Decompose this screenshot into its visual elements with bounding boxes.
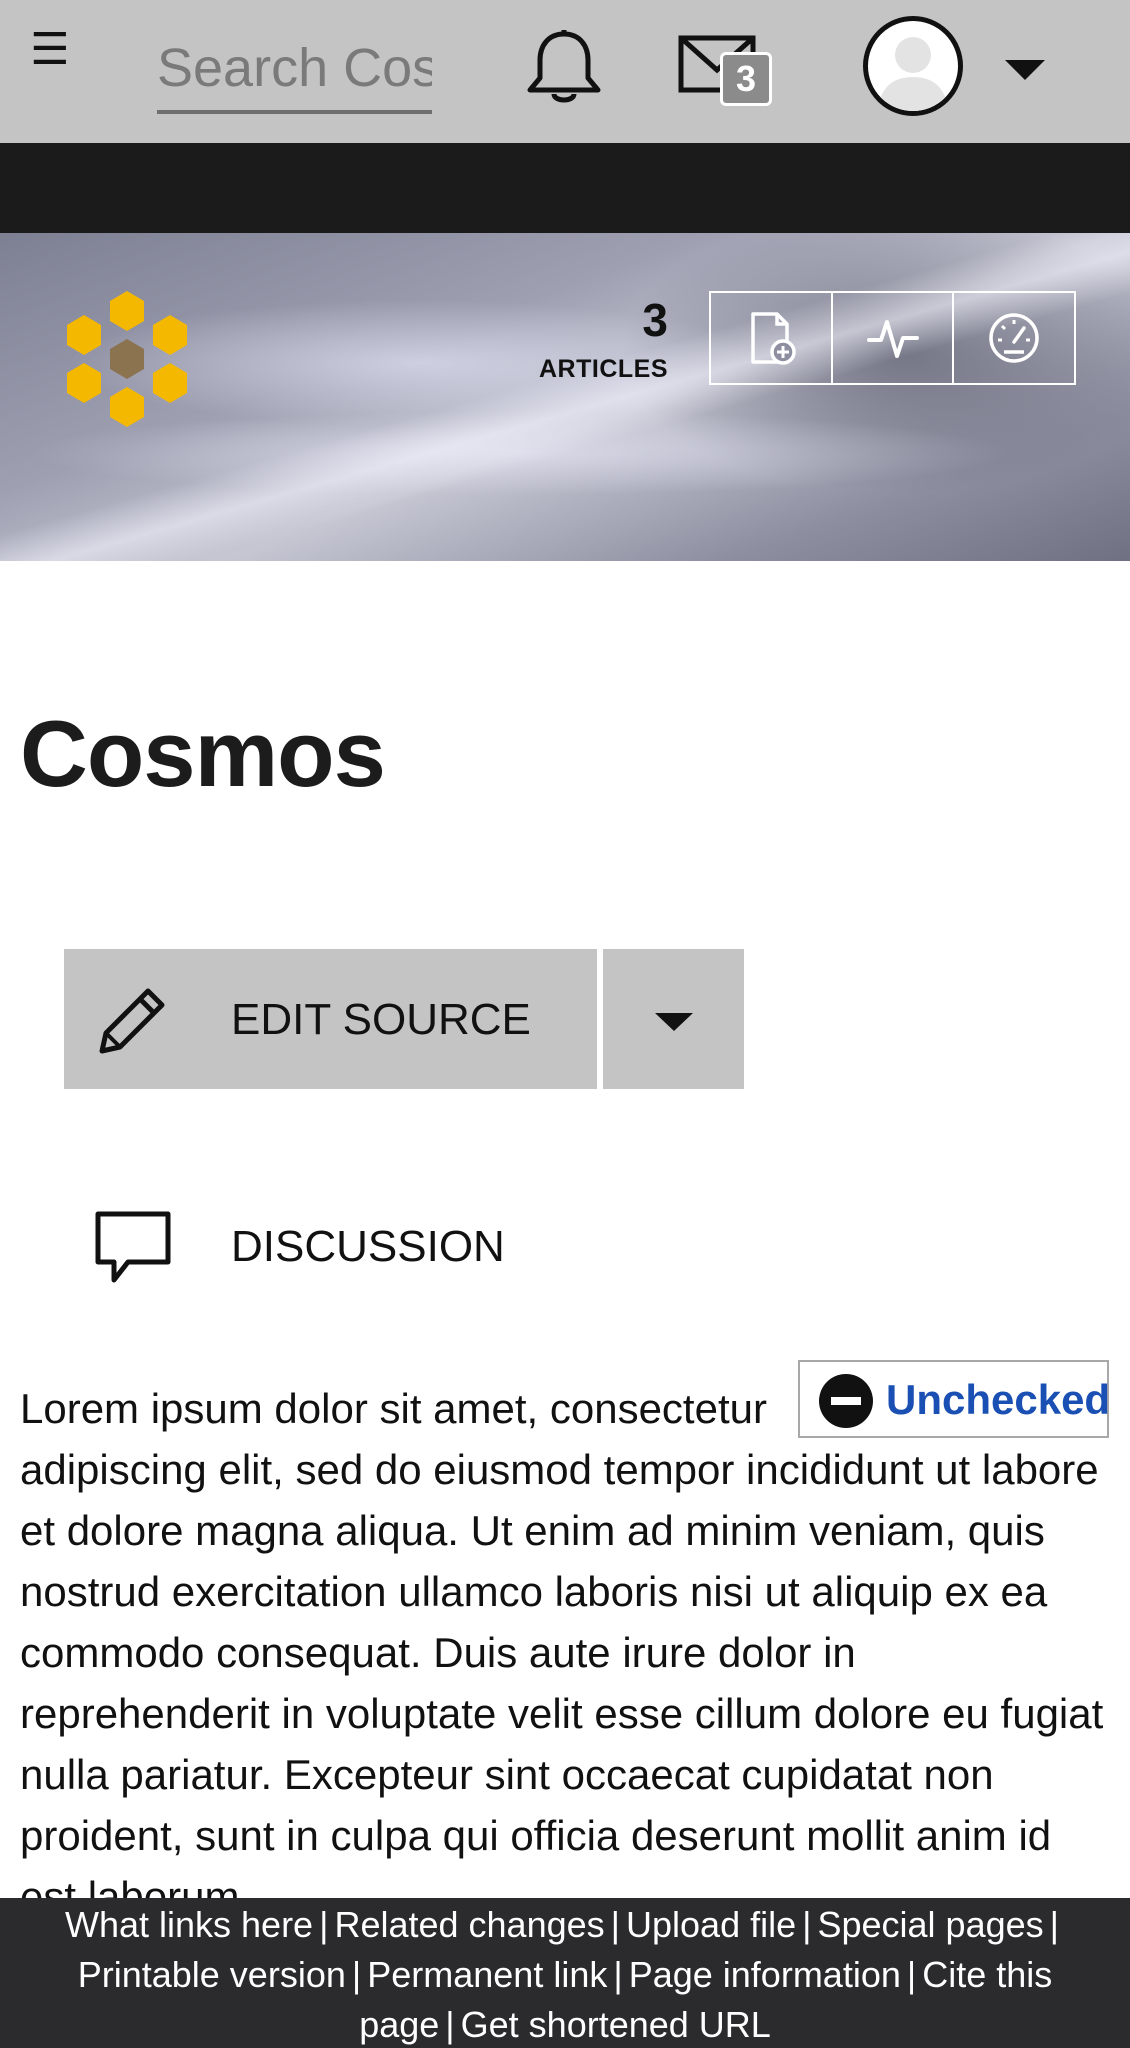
discussion-label: DISCUSSION: [231, 1222, 505, 1271]
speech-bubble-icon: [95, 1211, 171, 1283]
bell-icon: [527, 30, 601, 103]
special-pages-link[interactable]: Special pages: [817, 1904, 1043, 1945]
page-tools-footer: What links here | Related changes | Upload f…: [0, 1898, 1130, 2048]
community-tools: [709, 291, 1076, 385]
what-links-here-link[interactable]: What links here: [65, 1904, 313, 1945]
pencil-icon: [99, 988, 165, 1054]
user-avatar-icon: [878, 37, 948, 111]
messages-count-badge: 3: [720, 52, 772, 106]
notifications-button[interactable]: [522, 28, 606, 108]
add-page-icon: [751, 312, 796, 365]
menu-button[interactable]: ☰: [28, 28, 72, 72]
printable-version-link[interactable]: Printable version: [78, 1954, 346, 1995]
permanent-link[interactable]: Permanent link: [367, 1954, 607, 1995]
search-box[interactable]: [157, 26, 432, 114]
activity-icon: [866, 320, 919, 358]
related-changes-link[interactable]: Related changes: [334, 1904, 604, 1945]
search-input[interactable]: [157, 26, 432, 110]
admin-dashboard-button[interactable]: [954, 293, 1074, 383]
page-title: Cosmos: [20, 701, 386, 806]
article-body: Lorem ipsum dolor sit amet, consectetur …: [20, 1378, 1110, 1898]
recent-activity-button[interactable]: [833, 293, 955, 383]
add-page-button[interactable]: [711, 293, 833, 383]
community-header: 3 ARTICLES: [0, 233, 1130, 561]
upload-file-link[interactable]: Upload file: [626, 1904, 796, 1945]
chevron-down-icon: [655, 1013, 693, 1031]
articles-label: ARTICLES: [539, 355, 668, 383]
cosmos-logo-icon[interactable]: [60, 289, 194, 429]
edit-options-dropdown[interactable]: [603, 949, 744, 1089]
articles-count: 3: [642, 294, 668, 346]
edit-source-label: EDIT SOURCE: [231, 995, 531, 1044]
hamburger-menu-icon: ☰: [30, 25, 70, 74]
edit-source-button[interactable]: EDIT SOURCE: [64, 949, 597, 1089]
discussion-button[interactable]: DISCUSSION: [90, 1200, 520, 1290]
get-shortened-url-link[interactable]: Get shortened URL: [461, 2004, 771, 2045]
page-information-link[interactable]: Page information: [629, 1954, 901, 1995]
top-bar: ☰ 3: [0, 0, 1130, 143]
dashboard-icon: [989, 313, 1039, 363]
navigation-strip: [0, 143, 1130, 233]
chevron-down-icon[interactable]: [1003, 58, 1047, 82]
article-paragraph: Lorem ipsum dolor sit amet, consectetur …: [20, 1385, 1104, 1898]
user-avatar[interactable]: [863, 16, 963, 116]
